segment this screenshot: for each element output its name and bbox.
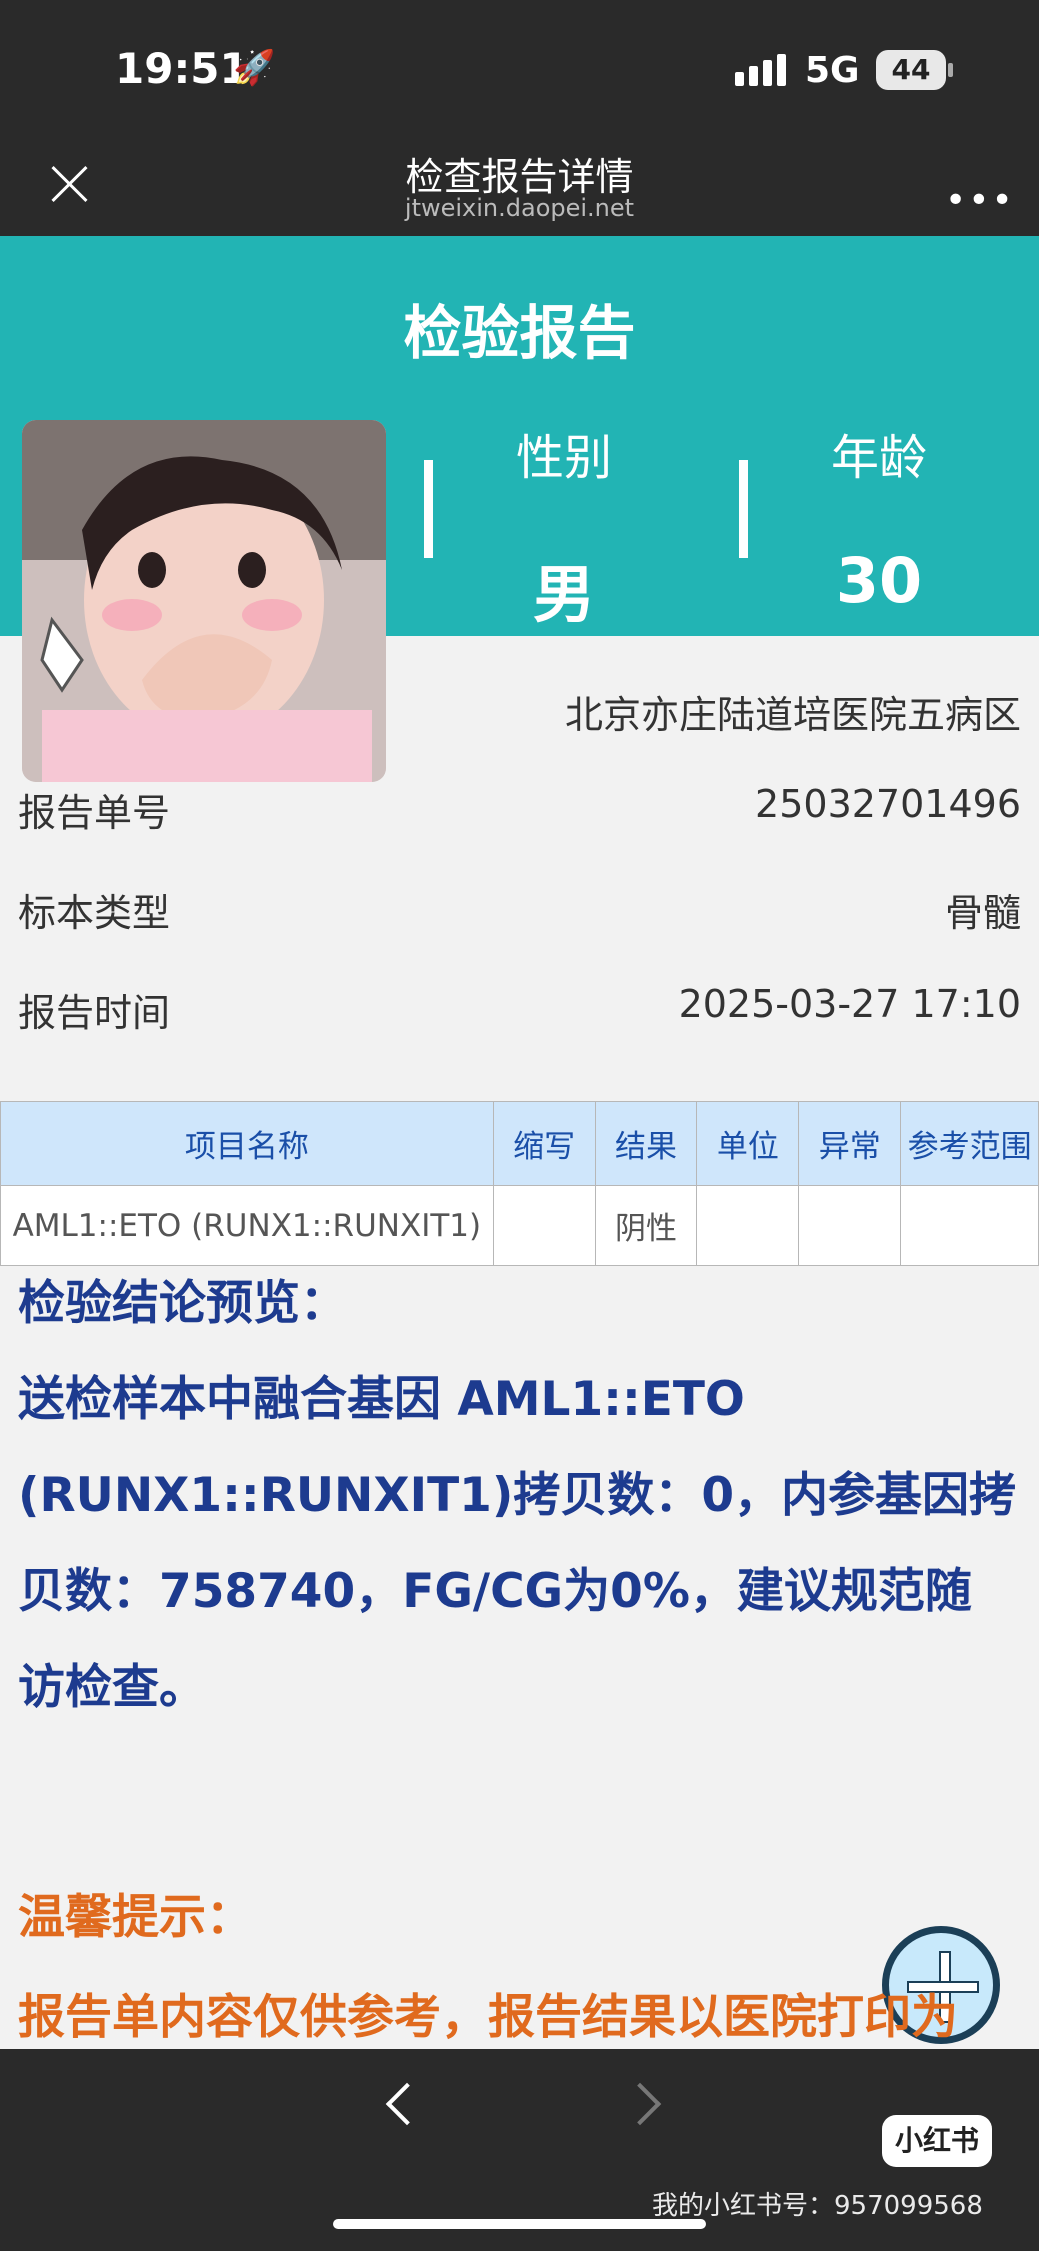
age-value: 30 xyxy=(835,544,923,617)
status-bar: 19:51 🚀 5G 44 xyxy=(0,0,1039,132)
table-row: AML1::ETO (RUNX1::RUNXIT1) 阴性 xyxy=(0,1185,1039,1266)
age-block: 年龄 30 xyxy=(754,418,1004,617)
forward-arrow-icon[interactable] xyxy=(618,2082,662,2126)
tip-section: 温馨提示： 报告单内容仅供参考，报告结果以医院打印为准，最终解释权归陆道培医疗集 xyxy=(18,1868,1018,2049)
signal-icon xyxy=(735,54,786,86)
nav-bar: 检查报告详情 jtweixin.daopei.net ••• xyxy=(0,132,1039,236)
col-abnormal: 异常 xyxy=(798,1101,902,1186)
time-row: 报告时间 2025-03-27 17:10 xyxy=(18,982,1021,1042)
page-url: jtweixin.daopei.net xyxy=(404,194,635,222)
battery-tip xyxy=(948,63,953,77)
report-no-label: 报告单号 xyxy=(18,791,171,835)
network-type: 5G xyxy=(805,50,860,91)
gender-block: 性别 男 xyxy=(439,418,689,634)
xiaohongshu-badge: 小红书 xyxy=(882,2115,992,2167)
page-title: 检查报告详情 xyxy=(405,155,634,199)
specimen-row: 标本类型 骨髓 xyxy=(18,882,1021,942)
gender-value: 男 xyxy=(532,558,595,631)
time-value: 2025-03-27 17:10 xyxy=(678,982,1021,1026)
conclusion-text: 送检样本中融合基因 AML1::ETO (RUNX1::RUNXIT1)拷贝数：… xyxy=(18,1372,1017,1715)
cell-item-name: AML1::ETO (RUNX1::RUNXIT1) xyxy=(0,1185,494,1266)
back-arrow-icon[interactable] xyxy=(385,2082,429,2126)
more-icon[interactable]: ••• xyxy=(945,180,1015,221)
cell-result: 阴性 xyxy=(594,1185,698,1266)
tip-text: 报告单内容仅供参考，报告结果以医院打印为准，最终解释权归陆道培医疗集 xyxy=(18,1990,958,2045)
status-time: 19:51 xyxy=(115,44,249,93)
gender-label: 性别 xyxy=(515,430,612,486)
conclusion-section: 检验结论预览： 送检样本中融合基因 AML1::ETO (RUNX1::RUNX… xyxy=(18,1256,1018,1736)
home-indicator[interactable] xyxy=(333,2219,706,2229)
specimen-label: 标本类型 xyxy=(18,891,171,935)
table-header-row: 项目名称 缩写 结果 单位 异常 参考范围 xyxy=(0,1101,1039,1186)
col-item-name: 项目名称 xyxy=(0,1101,494,1186)
report-no-value: 25032701496 xyxy=(755,782,1021,826)
result-table: 项目名称 缩写 结果 单位 异常 参考范围 AML1::ETO (RUNX1::… xyxy=(0,1101,1039,1266)
cell-abnormal xyxy=(798,1185,902,1266)
specimen-value: 骨髓 xyxy=(944,891,1021,935)
col-reference: 参考范围 xyxy=(900,1101,1039,1186)
tip-title: 温馨提示： xyxy=(18,1890,253,1945)
conclusion-title: 检验结论预览： xyxy=(18,1276,347,1331)
watermark-text: 我的小红书号：957099568 xyxy=(652,2191,983,2221)
battery-icon: 44 xyxy=(876,50,946,90)
avatar-photo xyxy=(22,420,386,782)
divider xyxy=(424,460,433,558)
col-abbr: 缩写 xyxy=(492,1101,596,1186)
time-label: 报告时间 xyxy=(18,991,171,1035)
age-label: 年龄 xyxy=(830,430,927,486)
report-content[interactable]: 检验报告 性别 男 年龄 30 北京亦庄陆道培医院五病区 报告单号 250327… xyxy=(0,236,1039,2049)
divider xyxy=(739,460,748,558)
hospital-value: 北京亦庄陆道培医院五病区 xyxy=(564,693,1021,737)
report-no-row: 报告单号 25032701496 xyxy=(18,782,1021,842)
cell-reference xyxy=(900,1185,1039,1266)
cell-abbr xyxy=(492,1185,596,1266)
cell-unit xyxy=(696,1185,800,1266)
bottom-toolbar: 小红书 我的小红书号：957099568 xyxy=(0,2049,1039,2251)
col-result: 结果 xyxy=(594,1101,698,1186)
report-heading: 检验报告 xyxy=(403,299,636,367)
col-unit: 单位 xyxy=(696,1101,800,1186)
rocket-icon: 🚀 xyxy=(233,48,276,88)
